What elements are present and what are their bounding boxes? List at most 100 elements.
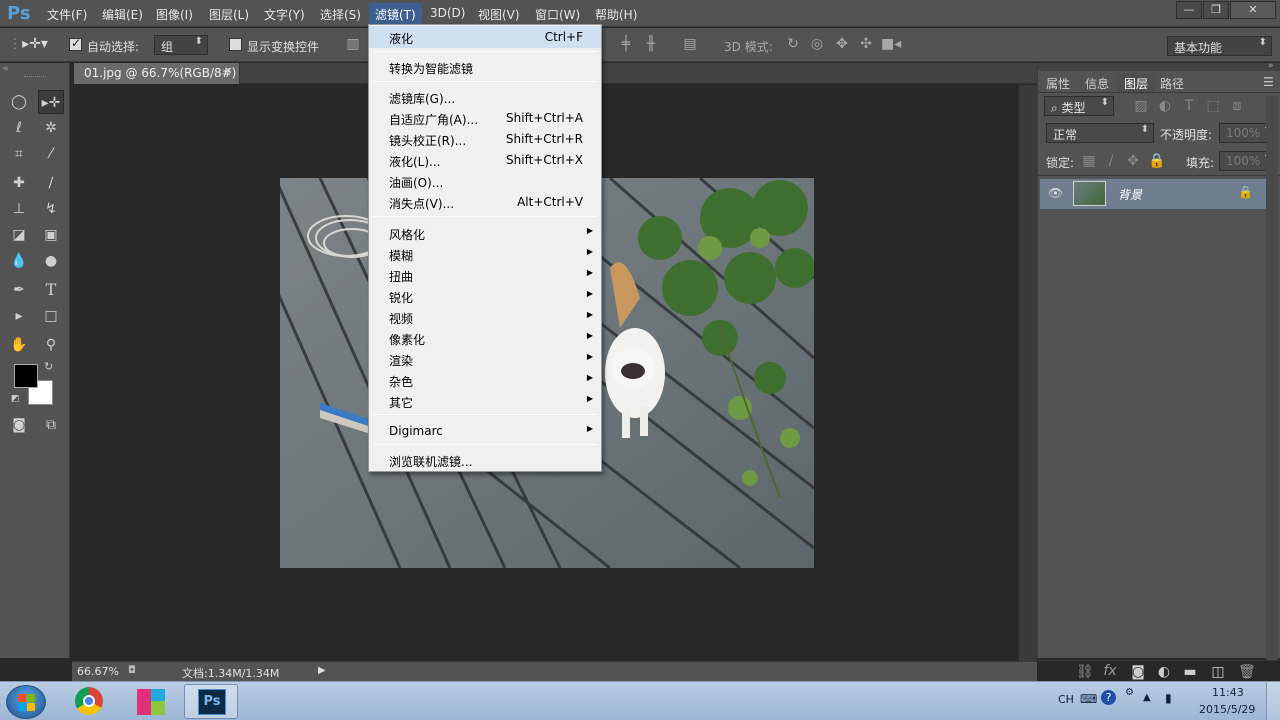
healing-brush-tool-icon[interactable]: ✚ — [6, 171, 32, 195]
auto-select-checkbox[interactable] — [69, 36, 82, 51]
pen-tool-icon[interactable]: ✒ — [6, 278, 32, 302]
menu-filter[interactable]: 滤镜(T) — [369, 3, 422, 25]
rectangle-tool-icon[interactable]: □ — [38, 304, 64, 328]
auto-align-icon[interactable]: ▤ — [682, 36, 698, 52]
3d-slide-icon[interactable]: ✣ — [857, 36, 875, 52]
clone-stamp-tool-icon[interactable]: ⊥ — [6, 197, 32, 221]
tab-properties[interactable]: 属性 — [1046, 75, 1070, 92]
menu-item-noise[interactable]: 杂色 — [389, 373, 413, 390]
document-tab[interactable]: 01.jpg @ 66.7%(RGB/8#) ✕ — [74, 63, 240, 84]
lock-transparent-icon[interactable]: ▦ — [1082, 153, 1096, 169]
fx-icon[interactable]: fx — [1102, 663, 1118, 679]
type-tool-icon[interactable]: T — [38, 278, 64, 302]
show-transform-checkbox[interactable] — [229, 38, 242, 51]
auto-select-dropdown[interactable]: 组 ⬍ — [154, 35, 208, 55]
lock-pixels-icon[interactable]: ∕ — [1104, 153, 1118, 169]
collapse-icon[interactable]: « — [3, 64, 9, 74]
adjustment-filter-icon[interactable]: ◐ — [1158, 98, 1172, 114]
adjustment-layer-icon[interactable]: ◐ — [1156, 664, 1172, 680]
menu-item-lens-correction[interactable]: 镜头校正(R)... — [389, 132, 466, 149]
new-layer-icon[interactable]: ◫ — [1210, 664, 1226, 680]
lock-all-icon[interactable]: 🔒 — [1148, 153, 1165, 169]
menu-item-digimarc[interactable]: Digimarc — [389, 424, 443, 438]
status-menu-icon[interactable]: ◘ — [128, 665, 136, 676]
type-filter-icon[interactable]: T — [1182, 98, 1196, 114]
3d-rotate-icon[interactable]: ↻ — [784, 36, 802, 52]
lasso-tool-icon[interactable]: ℓ — [6, 116, 32, 140]
menu-layer[interactable]: 图层(L) — [209, 6, 249, 23]
menu-select[interactable]: 选择(S) — [320, 6, 361, 23]
vertical-scrollbar[interactable] — [1019, 85, 1037, 661]
taskbar-app-2[interactable] — [124, 684, 178, 719]
clock-time[interactable]: 11:43 — [1212, 686, 1244, 699]
path-selection-tool-icon[interactable]: ▸ — [6, 304, 32, 328]
zoom-tool-icon[interactable]: ⚲ — [38, 333, 64, 357]
menu-item-stylize[interactable]: 风格化 — [389, 226, 425, 243]
blur-tool-icon[interactable]: 💧 — [6, 249, 32, 273]
gradient-tool-icon[interactable]: ▣ — [38, 223, 64, 247]
workspace-dropdown[interactable]: 基本功能 ⬍ — [1167, 36, 1272, 56]
smart-object-filter-icon[interactable]: ⧈ — [1230, 98, 1244, 114]
layer-name[interactable]: 背景 — [1118, 186, 1142, 203]
eye-icon[interactable]: 👁 — [1048, 186, 1063, 200]
panel-menu-icon[interactable]: ☰ — [1263, 75, 1274, 89]
menu-help[interactable]: 帮助(H) — [595, 6, 637, 23]
hand-tool-icon[interactable]: ✋ — [6, 333, 32, 357]
dodge-tool-icon[interactable]: ● — [38, 249, 64, 273]
menu-item-sharpen[interactable]: 锐化 — [389, 289, 413, 306]
menu-item-vanishing-point[interactable]: 消失点(V)... — [389, 195, 454, 212]
menu-3d[interactable]: 3D(D) — [430, 6, 465, 20]
tab-layers[interactable]: 图层 — [1118, 74, 1155, 93]
menu-item-last-filter[interactable]: 液化 — [389, 30, 413, 47]
menu-item-liquify[interactable]: 液化(L)... — [389, 153, 441, 170]
shape-filter-icon[interactable]: ⬚ — [1206, 98, 1220, 114]
foreground-color-swatch-top[interactable] — [14, 364, 38, 388]
distribute-vcenter-icon[interactable]: ╪ — [618, 36, 634, 52]
menu-item-distort[interactable]: 扭曲 — [389, 268, 413, 285]
swap-colors-icon[interactable]: ↻ — [44, 360, 53, 373]
lock-position-icon[interactable]: ✥ — [1126, 153, 1140, 169]
menu-item-other[interactable]: 其它 — [389, 394, 413, 411]
menu-item-filter-gallery[interactable]: 滤镜库(G)... — [389, 90, 455, 107]
zoom-level[interactable]: 66.67% — [77, 665, 119, 678]
eyedropper-tool-icon[interactable]: ⁄ — [38, 142, 64, 166]
mask-icon[interactable]: ◙ — [1130, 664, 1146, 680]
close-icon[interactable]: ✕ — [224, 66, 232, 77]
menu-item-pixelate[interactable]: 像素化 — [389, 331, 425, 348]
tab-paths[interactable]: 路径 — [1160, 75, 1184, 92]
menu-item-render[interactable]: 渲染 — [389, 352, 413, 369]
menu-file[interactable]: 文件(F) — [47, 6, 87, 23]
menu-item-blur[interactable]: 模糊 — [389, 247, 413, 264]
help-icon[interactable]: ? — [1101, 690, 1116, 705]
move-tool-icon[interactable]: ▸✛ — [38, 90, 64, 114]
show-desktop-button[interactable] — [1266, 682, 1280, 720]
taskbar-photoshop[interactable]: Ps — [184, 684, 238, 719]
menu-edit[interactable]: 编辑(E) — [102, 6, 143, 23]
keyboard-icon[interactable]: ⌨ — [1080, 692, 1097, 706]
link-icon[interactable]: ⛓ — [1076, 664, 1094, 680]
menu-window[interactable]: 窗口(W) — [535, 6, 580, 23]
menu-item-browse-online-filters[interactable]: 浏览联机滤镜... — [389, 453, 472, 470]
network-icon[interactable]: ▮ — [1165, 691, 1172, 705]
quick-mask-icon[interactable]: ◙ — [6, 413, 32, 437]
marquee-tool-icon[interactable]: ◯ — [6, 90, 32, 114]
ime-icon[interactable]: ⚙ — [1125, 687, 1134, 698]
blend-mode-dropdown[interactable]: 正常 ⬍ — [1046, 123, 1154, 143]
menu-item-oil-paint[interactable]: 油画(O)... — [389, 174, 443, 191]
pixel-filter-icon[interactable]: ▨ — [1134, 98, 1148, 114]
menu-item-video[interactable]: 视频 — [389, 310, 413, 327]
clock-date[interactable]: 2015/5/29 — [1199, 703, 1255, 716]
default-colors-icon[interactable]: ◩ — [11, 394, 20, 404]
layer-row-background[interactable]: 👁 背景 🔒 — [1040, 179, 1278, 209]
brush-tool-icon[interactable]: ∕ — [38, 171, 64, 195]
panel-scrollbar[interactable] — [1266, 96, 1278, 660]
crop-tool-icon[interactable]: ⌗ — [6, 142, 32, 166]
align-top-icon[interactable]: ▥ — [345, 36, 361, 52]
collapse-icon[interactable]: » — [1268, 61, 1274, 71]
menu-item-convert-smart-filters[interactable]: 转换为智能滤镜 — [389, 60, 473, 77]
start-button[interactable] — [6, 685, 46, 719]
tab-info[interactable]: 信息 — [1085, 75, 1109, 92]
history-brush-tool-icon[interactable]: ↯ — [38, 197, 64, 221]
restore-button[interactable]: ❐ — [1203, 1, 1229, 19]
menu-type[interactable]: 文字(Y) — [264, 6, 305, 23]
